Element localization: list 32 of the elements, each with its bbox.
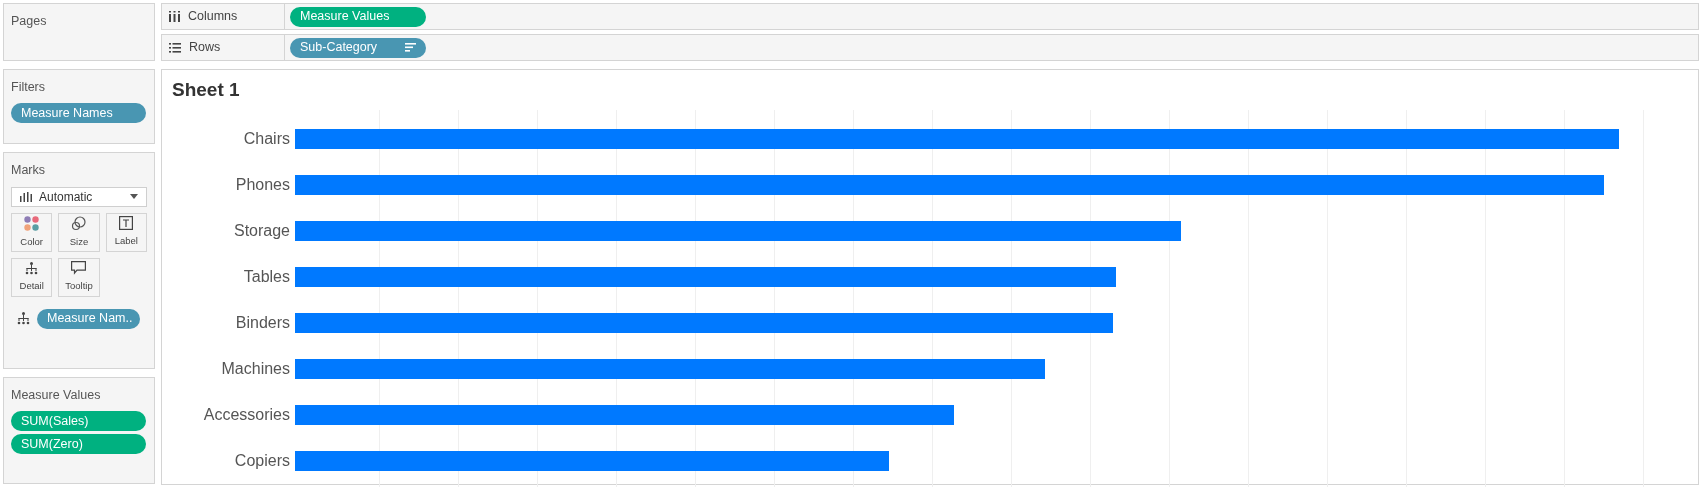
mark-card-button[interactable]: Detail bbox=[11, 257, 53, 297]
category-label: Phones bbox=[234, 175, 291, 195]
category-label: Storage bbox=[232, 221, 291, 241]
shelf-label: Columns bbox=[188, 8, 238, 26]
category-label: Tables bbox=[242, 267, 291, 287]
mark-card-button[interactable]: Size bbox=[58, 212, 100, 252]
rows-icon bbox=[169, 42, 181, 53]
size-icon bbox=[71, 215, 87, 231]
category-label: Binders bbox=[234, 313, 291, 333]
panel-title: Marks bbox=[11, 162, 47, 179]
panel-title: Pages bbox=[11, 13, 48, 30]
mark-type-dropdown[interactable]: Automatic bbox=[11, 186, 147, 207]
text-label-icon bbox=[119, 216, 134, 231]
color-palette-icon bbox=[24, 215, 40, 231]
category-label: Machines bbox=[220, 359, 291, 379]
sheet-title: Sheet 1 bbox=[172, 78, 241, 102]
category-label: Chairs bbox=[242, 129, 291, 149]
mark-card-button[interactable]: Label bbox=[105, 212, 147, 252]
category-label: Copiers bbox=[233, 451, 291, 471]
hierarchy-icon bbox=[25, 261, 39, 275]
mark-card-button[interactable]: Tooltip bbox=[58, 257, 100, 297]
speech-bubble-icon bbox=[71, 261, 87, 276]
panel-title: Measure Values bbox=[11, 386, 102, 404]
category-label: Accessories bbox=[202, 405, 291, 425]
caret-icon bbox=[130, 194, 138, 200]
hierarchy-icon bbox=[17, 312, 30, 326]
shelf-label: Rows bbox=[189, 39, 221, 57]
bar-chart-icon bbox=[20, 191, 32, 202]
panel-title: Filters bbox=[11, 78, 47, 96]
mark-card-button[interactable]: Color bbox=[11, 212, 53, 252]
columns-icon bbox=[169, 11, 180, 22]
sort-icon bbox=[405, 41, 416, 54]
